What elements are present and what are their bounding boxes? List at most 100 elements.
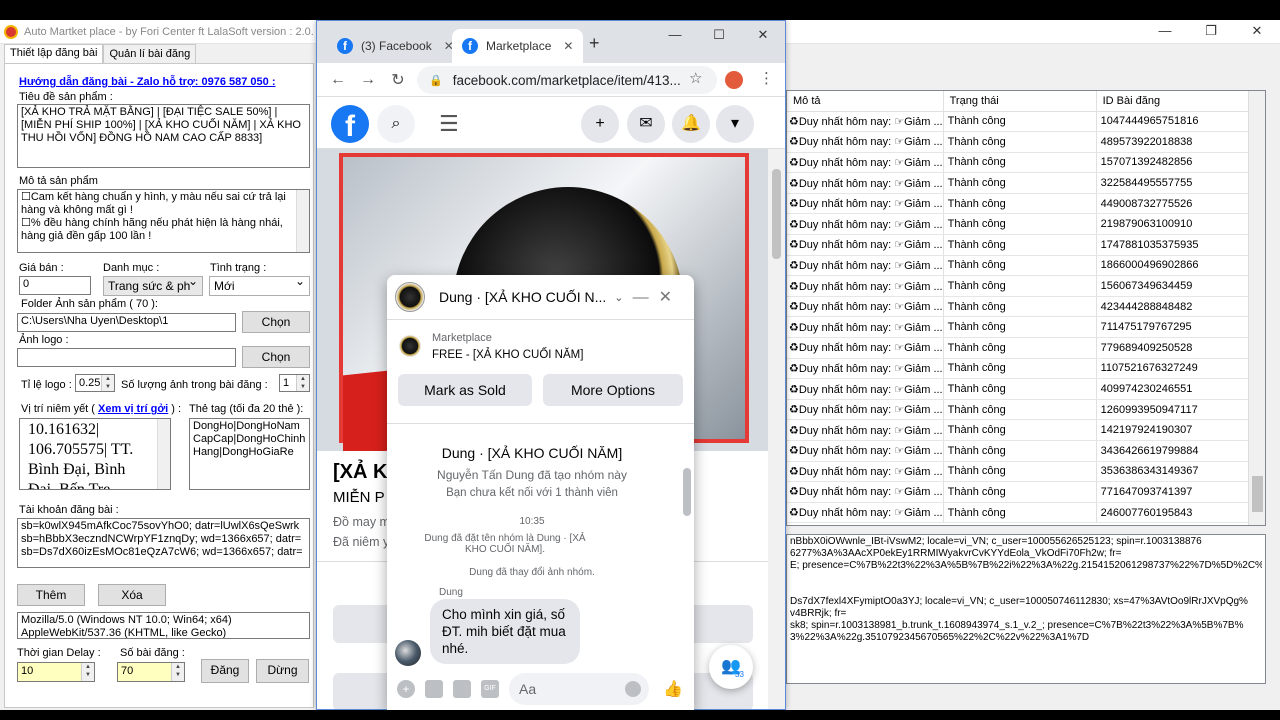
guide-link[interactable]: Hướng dẫn đăng bài - Zalo hỗ trợ: 0976 5… [19, 76, 276, 88]
table-row[interactable]: ♻Duy nhất hôm nay: ☞Giảm ... Thành công 11… [787, 358, 1253, 380]
tags-input[interactable]: DongHo|DongHoNamCapCap|DongHoChinhHang|D… [189, 418, 310, 490]
reload-icon[interactable]: ↻ [383, 70, 413, 90]
message-bubble[interactable]: Cho mình xin giá, số ĐT. mih biết đặt mu… [430, 599, 580, 664]
chat-header[interactable]: Dung · [XẢ KHO CUỐI N... ⌄ —✕ [387, 275, 694, 320]
table-row[interactable]: ♻Duy nhất hôm nay: ☞Giảm ... Thành công 18… [787, 255, 1253, 277]
minimize-icon[interactable]: — [653, 25, 697, 45]
hamburger-menu-icon[interactable]: ☰ [439, 111, 459, 137]
table-row[interactable]: ♻Duy nhất hôm nay: ☞Giảm ... Thành công 17… [787, 234, 1253, 256]
close-tab-icon[interactable]: ✕ [563, 39, 573, 53]
stop-button[interactable]: Dừng [256, 659, 309, 683]
delete-account-button[interactable]: Xóa [98, 584, 166, 606]
col-header-status[interactable]: Trạng thái [943, 91, 1097, 112]
minimize-icon[interactable]: — [633, 289, 659, 306]
mark-as-sold-button[interactable]: Mark as Sold [398, 374, 532, 406]
table-row[interactable]: ♻Duy nhất hôm nay: ☞Giảm ... Thành công 12… [787, 399, 1253, 421]
spin-arrows-icon[interactable]: ▲ ▼ [101, 375, 114, 391]
post-button[interactable]: Đăng [201, 659, 249, 683]
emoji-icon[interactable] [625, 681, 641, 697]
logo-input[interactable] [17, 348, 236, 367]
table-row[interactable]: ♻Duy nhất hôm nay: ☞Giảm ... Thành công 10… [787, 111, 1253, 133]
cookie-log[interactable]: nBbbX0iOWwnle_IBt‑iVswM2; locale=vi_VN; … [786, 534, 1266, 684]
table-row[interactable]: ♻Duy nhất hôm nay: ☞Giảm ... Thành công 15… [787, 275, 1253, 297]
url-input[interactable]: 🔒 facebook.com/marketplace/item/413... [417, 66, 717, 94]
choose-logo-button[interactable]: Chọn [242, 346, 310, 368]
browser-tab-facebook[interactable]: f (3) Facebook ✕ [327, 29, 464, 63]
scroll-thumb[interactable] [772, 169, 781, 259]
facebook-logo-icon[interactable]: f [331, 105, 369, 143]
close-icon[interactable]: ✕ [741, 25, 785, 45]
sticker-icon[interactable] [453, 680, 471, 698]
table-row[interactable]: ♻Duy nhất hôm nay: ☞Giảm ... Thành công 40… [787, 378, 1253, 400]
spin-arrows-icon[interactable]: ▲ ▼ [171, 663, 184, 681]
table-row[interactable]: ♻Duy nhất hôm nay: ☞Giảm ... Thành công 35… [787, 461, 1253, 483]
gif-icon[interactable]: GIF [481, 680, 499, 698]
logo-ratio-stepper[interactable]: 0.25 ▲ ▼ [75, 374, 115, 392]
create-plus-icon[interactable]: + [581, 105, 619, 143]
message-input[interactable]: Aa [509, 673, 649, 705]
extension-icon[interactable] [725, 71, 743, 89]
table-row[interactable]: ♻Duy nhất hôm nay: ☞Giảm ... Thành công 34… [787, 440, 1253, 462]
page-scrollbar[interactable] [768, 149, 785, 709]
folder-input[interactable]: C:\Users\Nha Uyen\Desktop\1 [17, 313, 236, 332]
table-row[interactable]: ♻Duy nhất hôm nay: ☞Giảm ... Thành công 15… [787, 152, 1253, 174]
scroll-thumb[interactable] [683, 468, 691, 516]
condition-select[interactable]: Mới [209, 274, 310, 296]
table-row[interactable]: ♻Duy nhất hôm nay: ☞Giảm ... Thành công 24… [787, 502, 1253, 524]
notifications-bell-icon[interactable]: 🔔 [672, 105, 710, 143]
browser-tab-marketplace[interactable]: f Marketplace ✕ [452, 29, 584, 63]
account-item[interactable]: sb=k0wlX945mAfkCoc75sovYhO0; datr=lUwlX6… [21, 520, 306, 533]
table-row[interactable]: ♻Duy nhất hôm nay: ☞Giảm ... Thành công 71… [787, 316, 1253, 339]
tab-setup-post[interactable]: Thiết lập đăng bài [4, 44, 104, 64]
table-row[interactable]: ♻Duy nhất hôm nay: ☞Giảm ... Thành công 42… [787, 296, 1253, 318]
category-select[interactable]: Trang sức & ph [103, 274, 203, 296]
avatar[interactable] [395, 640, 421, 666]
more-options-button[interactable]: More Options [543, 374, 683, 406]
forward-icon[interactable]: → [353, 71, 383, 89]
account-list[interactable]: sb=k0wlX945mAfkCoc75sovYhO0; datr=lUwlX6… [17, 518, 310, 568]
view-location-link[interactable]: Xem vị trí gởi [98, 403, 168, 415]
grid-scrollbar[interactable] [1248, 91, 1265, 525]
col-header-post-id[interactable]: ID Bài đăng [1096, 91, 1253, 112]
table-row[interactable]: ♻Duy nhất hôm nay: ☞Giảm ... Thành công 77… [787, 481, 1253, 503]
table-row[interactable]: ♻Duy nhất hôm nay: ☞Giảm ... Thành công 44… [787, 193, 1253, 215]
table-row[interactable]: ♻Duy nhất hôm nay: ☞Giảm ... Thành công 21… [787, 213, 1253, 236]
account-item[interactable]: sb=Ds7dX60izEsMOc81eQzA7cW6; wd=1366x657… [21, 546, 306, 559]
account-dropdown-icon[interactable]: ▾ [716, 105, 754, 143]
choose-folder-button[interactable]: Chọn [242, 311, 310, 333]
more-menu-icon[interactable]: ⋮ [759, 69, 774, 87]
useragent-input[interactable]: Mozilla/5.0 (Windows NT 10.0; Win64; x64… [17, 612, 310, 639]
new-tab-icon[interactable]: + [589, 33, 600, 54]
post-count-stepper[interactable]: 70 ▲ ▼ [117, 662, 185, 682]
location-input[interactable]: 10.161632| 106.705575| TT. Bình Đại, Bìn… [19, 418, 171, 490]
price-input[interactable]: 0 [19, 276, 91, 295]
account-item[interactable]: sb=hBbbX3ecznd­NCWrpYF1znqDy; wd=1366x65… [21, 533, 306, 546]
desc-input[interactable]: ☐Cam kết hàng chuẩn y hình, y màu nếu sa… [17, 189, 310, 253]
img-count-stepper[interactable]: 1 ▲ ▼ [279, 374, 310, 392]
close-icon[interactable]: ✕ [1234, 20, 1280, 44]
back-icon[interactable]: ← [323, 71, 353, 89]
close-icon[interactable]: ✕ [659, 289, 682, 306]
photo-icon[interactable] [425, 680, 443, 698]
table-row[interactable]: ♻Duy nhất hôm nay: ☞Giảm ... Thành công 32… [787, 172, 1253, 194]
chevron-down-icon[interactable]: ⌄ [614, 291, 623, 304]
search-icon[interactable]: ⌕ [377, 105, 415, 143]
chat-scrollbar[interactable] [682, 443, 692, 668]
spin-arrows-icon[interactable]: ▲ ▼ [296, 375, 309, 391]
add-account-button[interactable]: Thêm [17, 584, 85, 606]
maximize-icon[interactable]: ☐ [697, 25, 741, 45]
group-chats-icon[interactable]: 👥 33 [709, 645, 753, 689]
desc-scrollbar[interactable] [296, 190, 309, 252]
messenger-icon[interactable]: ✉ [627, 105, 665, 143]
delay-stepper[interactable]: 10 ▲ ▼ [17, 662, 95, 682]
spin-arrows-icon[interactable]: ▲ ▼ [81, 663, 94, 681]
item-name[interactable]: FREE - [XẢ KHO CUỐI NĂM] [432, 349, 583, 361]
title-input[interactable]: [XẢ KHO TRẢ MẶT BẰNG] | [ĐẠI TIỆC SALE 5… [17, 104, 310, 168]
table-row[interactable]: ♻Duy nhất hôm nay: ☞Giảm ... Thành công 77… [787, 337, 1253, 359]
location-scrollbar[interactable] [157, 419, 170, 489]
scroll-thumb[interactable] [1252, 476, 1263, 512]
thumbs-up-icon[interactable]: 👍 [663, 679, 683, 699]
bookmark-star-icon[interactable]: ☆ [689, 69, 702, 87]
table-row[interactable]: ♻Duy nhất hôm nay: ☞Giảm ... Thành công 14… [787, 419, 1253, 441]
minimize-icon[interactable]: — [1142, 20, 1188, 44]
